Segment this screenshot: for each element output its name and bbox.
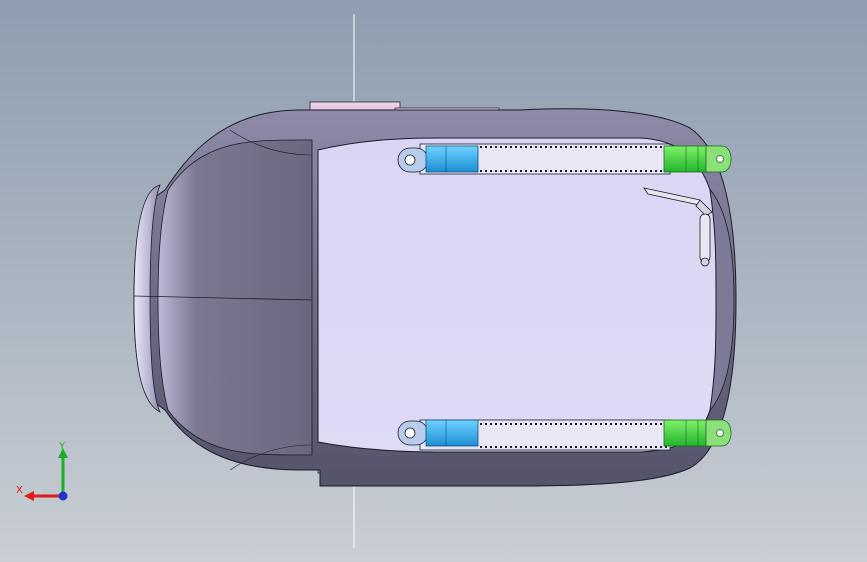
backrest-panel[interactable]: [157, 139, 313, 456]
seat-cushion[interactable]: [317, 137, 717, 453]
x-axis-label: X: [16, 485, 23, 496]
y-axis-label: Y: [59, 441, 66, 452]
coordinate-triad: X Y: [14, 440, 74, 510]
lower-slider-block[interactable]: [397, 419, 479, 447]
seat-model[interactable]: [0, 0, 867, 562]
upper-rail-end-bracket[interactable]: [663, 145, 732, 173]
lower-rail-end-bracket[interactable]: [663, 419, 732, 447]
z-axis-origin: [58, 491, 68, 501]
x-axis-arrow: [24, 491, 34, 501]
graphics-viewport[interactable]: X Y: [0, 0, 867, 562]
upper-slider-block[interactable]: [397, 145, 479, 173]
